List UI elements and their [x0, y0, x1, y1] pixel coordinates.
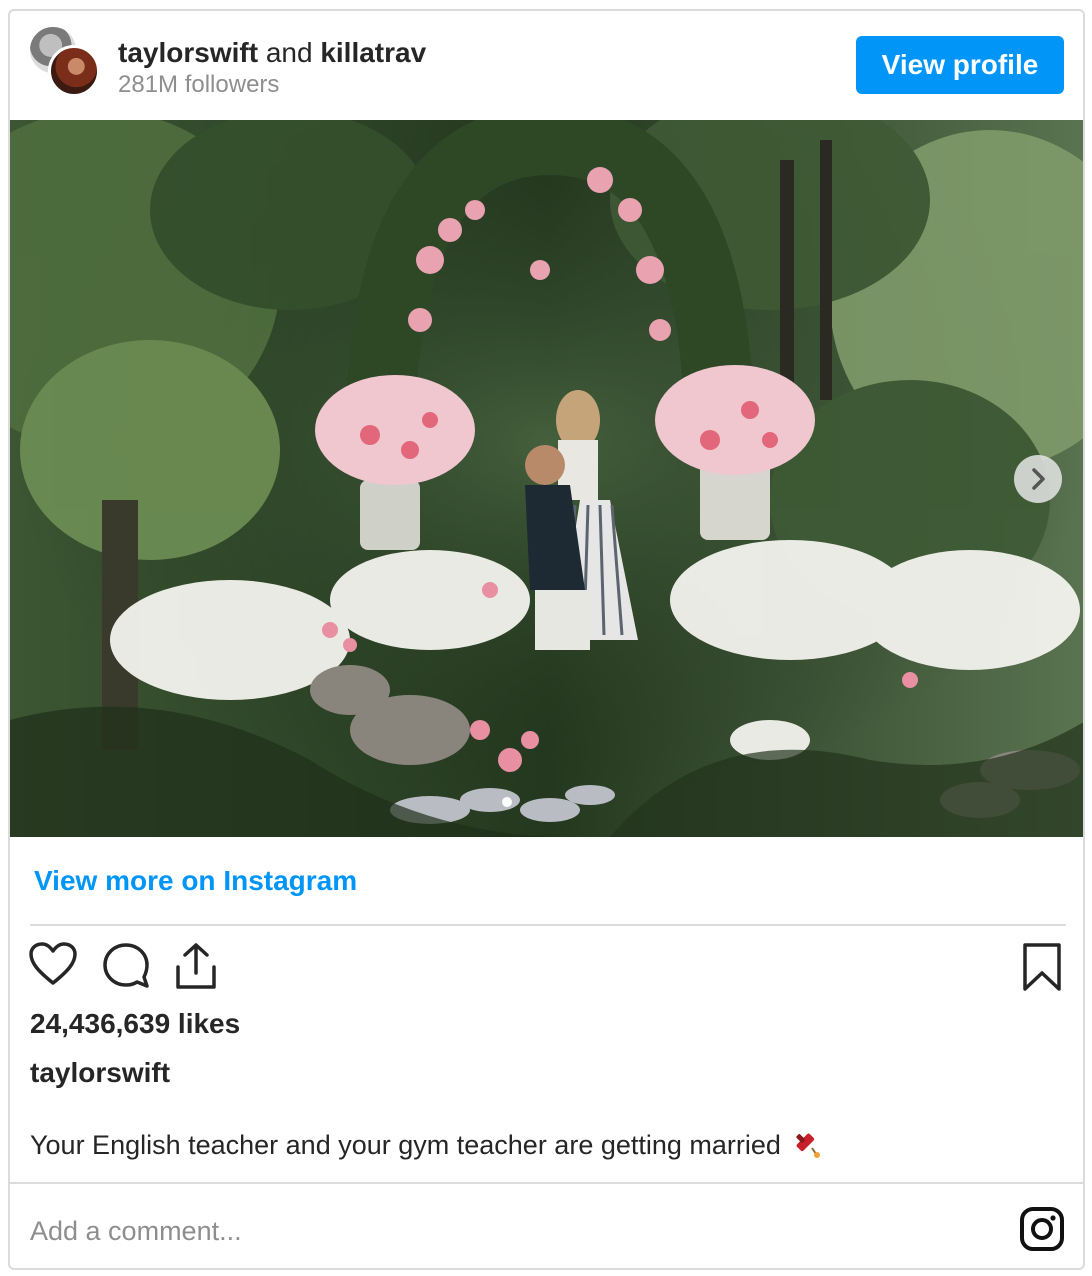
avatar-stack[interactable]	[28, 25, 100, 97]
share-icon[interactable]	[172, 941, 220, 991]
avatar-killatrav[interactable]	[48, 45, 100, 97]
view-more-link[interactable]: View more on Instagram	[34, 865, 357, 897]
followers-count: 281M followers	[118, 71, 280, 98]
caption-text: Your English teacher and your gym teache…	[30, 1130, 781, 1160]
chevron-right-icon	[1032, 468, 1045, 490]
comment-bubble-icon[interactable]	[102, 941, 150, 989]
caption: Your English teacher and your gym teache…	[30, 1128, 822, 1161]
carousel-next-button[interactable]	[1014, 455, 1062, 503]
username-primary[interactable]: taylorswift	[118, 37, 258, 68]
garden-proposal-photo	[10, 120, 1083, 837]
post-photo[interactable]	[10, 120, 1083, 837]
instagram-embed-card: taylorswift and killatrav 281M followers…	[8, 9, 1085, 1270]
carousel-dot-active	[502, 797, 512, 807]
username-secondary[interactable]: killatrav	[320, 37, 426, 68]
divider	[30, 924, 1066, 926]
heart-icon[interactable]	[28, 941, 78, 987]
add-comment-input[interactable]	[30, 1211, 930, 1251]
caption-username[interactable]: taylorswift	[30, 1057, 170, 1089]
view-profile-button[interactable]: View profile	[856, 36, 1064, 94]
post-header: taylorswift and killatrav 281M followers…	[10, 11, 1083, 121]
bookmark-icon[interactable]	[1020, 941, 1064, 993]
divider	[10, 1182, 1083, 1184]
likes-count[interactable]: 24,436,639 likes	[30, 1008, 240, 1040]
instagram-logo-icon[interactable]	[1018, 1205, 1066, 1253]
post-authors: taylorswift and killatrav	[118, 37, 426, 69]
carousel-indicator	[502, 794, 512, 812]
firecracker-emoji	[796, 1133, 821, 1158]
authors-joiner: and	[265, 37, 313, 68]
